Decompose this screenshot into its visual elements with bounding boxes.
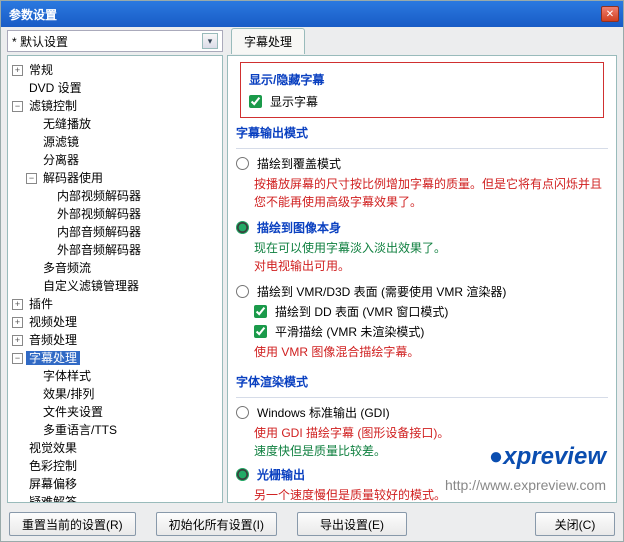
tree-item[interactable]: 视觉效果 <box>26 441 80 455</box>
content-pane: 显示/隐藏字幕 显示字幕 字幕输出模式 描绘到覆盖模式 按播放屏幕的尺寸按比例增… <box>227 55 617 503</box>
gdi-radio[interactable] <box>236 406 249 419</box>
top-row: * 默认设置 ▾ 字幕处理 <box>1 27 623 55</box>
dd-surface-checkbox[interactable] <box>254 305 267 318</box>
collapse-icon[interactable]: − <box>12 353 23 364</box>
output-overlay-radio[interactable] <box>236 157 249 170</box>
tree-item[interactable]: 视频处理 <box>26 315 80 329</box>
radio-label: 描绘到 VMR/D3D 表面 (需要使用 VMR 渲染器) <box>257 283 506 301</box>
titlebar: 参数设置 ✕ <box>1 1 623 27</box>
tree-item[interactable]: 多重语言/TTS <box>40 423 120 437</box>
tree-item[interactable]: 解码器使用 <box>40 171 106 185</box>
radio-label: Windows 标准输出 (GDI) <box>257 404 390 422</box>
reset-button[interactable]: 重置当前的设置(R) <box>9 512 136 536</box>
output-vmr-radio[interactable] <box>236 285 249 298</box>
preset-select[interactable]: * 默认设置 ▾ <box>7 30 223 52</box>
smooth-draw-checkbox[interactable] <box>254 325 267 338</box>
close-icon[interactable]: ✕ <box>601 6 619 22</box>
tree-item[interactable]: 效果/排列 <box>40 387 97 401</box>
output-image-radio[interactable] <box>236 221 249 234</box>
window-title: 参数设置 <box>9 6 601 23</box>
option-desc: 使用 VMR 图像混合描绘字幕。 <box>254 343 608 361</box>
button-row: 重置当前的设置(R) 初始化所有设置(I) 导出设置(E) 关闭(C) <box>1 507 623 541</box>
tree-item[interactable]: 内部音频解码器 <box>54 225 144 239</box>
raster-radio[interactable] <box>236 468 249 481</box>
tree-item[interactable]: 音频处理 <box>26 333 80 347</box>
option-desc: 对电视输出可用。 <box>254 257 608 275</box>
show-subtitle-checkbox[interactable] <box>249 95 262 108</box>
settings-window: 参数设置 ✕ * 默认设置 ▾ 字幕处理 +常规 DVD 设置 −滤镜控制 无缝… <box>0 0 624 542</box>
tree-item[interactable]: DVD 设置 <box>26 81 85 95</box>
preset-value: * 默认设置 <box>12 33 68 50</box>
tree-item-selected[interactable]: 字幕处理 <box>26 351 80 365</box>
init-button[interactable]: 初始化所有设置(I) <box>156 512 277 536</box>
expand-icon[interactable]: + <box>12 65 23 76</box>
chevron-down-icon[interactable]: ▾ <box>202 33 218 49</box>
option-desc: 另一个速度慢但是质量较好的模式。 <box>254 486 608 503</box>
checkbox-label: 描绘到 DD 表面 (VMR 窗口模式) <box>275 303 448 321</box>
tree-item[interactable]: 文件夹设置 <box>40 405 106 419</box>
tree-item[interactable]: 插件 <box>26 297 56 311</box>
tree-item[interactable]: 外部视频解码器 <box>54 207 144 221</box>
radio-label: 描绘到图像本身 <box>257 219 341 237</box>
tree-item[interactable]: 内部视频解码器 <box>54 189 144 203</box>
radio-label: 描绘到覆盖模式 <box>257 155 341 173</box>
category-tree[interactable]: +常规 DVD 设置 −滤镜控制 无缝播放 源滤镜 分离器 −解码器使用 内部视… <box>7 55 223 503</box>
tree-item[interactable]: 疑难解答 <box>26 495 80 503</box>
collapse-icon[interactable]: − <box>26 173 37 184</box>
separator <box>236 397 608 398</box>
section-title: 字体渲染模式 <box>236 373 608 391</box>
tree-item[interactable]: 色彩控制 <box>26 459 80 473</box>
option-desc: 速度快但是质量比较差。 <box>254 442 608 460</box>
tree-item[interactable]: 滤镜控制 <box>26 99 80 113</box>
option-desc: 现在可以使用字幕淡入淡出效果了。 <box>254 239 608 257</box>
tab-strip: 字幕处理 <box>231 28 305 54</box>
expand-icon[interactable]: + <box>12 299 23 310</box>
tree-item[interactable]: 屏幕偏移 <box>26 477 80 491</box>
tree-item[interactable]: 自定义滤镜管理器 <box>40 279 142 293</box>
section-title: 字幕输出模式 <box>236 124 608 142</box>
tree-item[interactable]: 无缝播放 <box>40 117 94 131</box>
expand-icon[interactable]: + <box>12 317 23 328</box>
close-button[interactable]: 关闭(C) <box>535 512 615 536</box>
highlight-section: 显示/隐藏字幕 显示字幕 <box>240 62 604 118</box>
checkbox-label: 显示字幕 <box>270 93 318 111</box>
section-title: 显示/隐藏字幕 <box>249 71 595 89</box>
option-desc: 使用 GDI 描绘字幕 (图形设备接口)。 <box>254 424 608 442</box>
checkbox-label: 平滑描绘 (VMR 未渲染模式) <box>275 323 424 341</box>
export-button[interactable]: 导出设置(E) <box>297 512 407 536</box>
tree-item[interactable]: 源滤镜 <box>40 135 82 149</box>
tree-item[interactable]: 外部音频解码器 <box>54 243 144 257</box>
tree-item[interactable]: 常规 <box>26 63 56 77</box>
collapse-icon[interactable]: − <box>12 101 23 112</box>
separator <box>236 148 608 149</box>
option-desc: 按播放屏幕的尺寸按比例增加字幕的质量。但是它将有点闪烁并且您不能再使用高级字幕效… <box>254 175 608 211</box>
tree-item[interactable]: 分离器 <box>40 153 82 167</box>
tree-item[interactable]: 多音频流 <box>40 261 94 275</box>
tab-subtitle[interactable]: 字幕处理 <box>231 28 305 54</box>
radio-label: 光栅输出 <box>257 466 305 484</box>
expand-icon[interactable]: + <box>12 335 23 346</box>
tree-item[interactable]: 字体样式 <box>40 369 94 383</box>
